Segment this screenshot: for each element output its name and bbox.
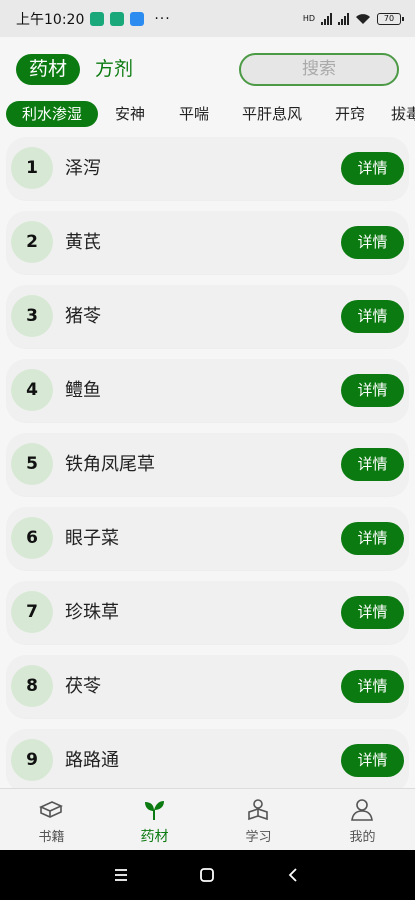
status-bar: 上午10:20 ··· HD 70 xyxy=(0,0,415,37)
detail-button[interactable]: 详情 xyxy=(341,522,404,555)
nav-item-study[interactable]: 学习 xyxy=(207,789,310,851)
item-number: 7 xyxy=(11,591,53,633)
back-icon[interactable] xyxy=(283,865,303,885)
book-icon xyxy=(39,801,63,818)
category-tabs: 利水渗湿 安神 平喘 平肝息风 开窍 拔毒化 xyxy=(0,101,415,129)
main-content: 药材 方剂 搜索 利水渗湿 安神 平喘 平肝息风 开窍 拔毒化 1 泽泻 详情 … xyxy=(0,37,415,788)
study-icon xyxy=(248,799,268,821)
network-type-label: HD xyxy=(302,14,315,23)
item-number: 9 xyxy=(11,739,53,781)
bottom-nav: 书籍 药材 学习 我的 xyxy=(0,788,415,850)
header: 药材 方剂 搜索 xyxy=(0,37,415,99)
list-item[interactable]: 5 铁角凤尾草 详情 xyxy=(6,433,409,496)
item-number: 1 xyxy=(11,147,53,189)
item-number: 4 xyxy=(11,369,53,411)
segment-herbs[interactable]: 药材 xyxy=(16,54,80,85)
herb-name: 茯苓 xyxy=(65,676,101,697)
nav-label: 药材 xyxy=(140,829,169,845)
list-item[interactable]: 4 鳢鱼 详情 xyxy=(6,359,409,422)
nav-item-books[interactable]: 书籍 xyxy=(0,789,103,851)
tab-category[interactable]: 拔毒化 xyxy=(391,101,415,127)
nav-label: 书籍 xyxy=(38,830,65,845)
app-notification-icon xyxy=(130,11,145,26)
herb-list: 1 泽泻 详情 2 黄芪 详情 3 猪苓 详情 4 鳢鱼 详情 5 铁角凤尾草 … xyxy=(0,137,415,788)
herb-name: 猪苓 xyxy=(65,306,101,327)
list-item[interactable]: 6 眼子菜 详情 xyxy=(6,507,409,570)
list-item[interactable]: 1 泽泻 详情 xyxy=(6,137,409,200)
herb-name: 珍珠草 xyxy=(65,602,119,623)
list-item[interactable]: 7 珍珠草 详情 xyxy=(6,581,409,644)
list-item[interactable]: 8 茯苓 详情 xyxy=(6,655,409,718)
detail-button[interactable]: 详情 xyxy=(341,374,404,407)
detail-button[interactable]: 详情 xyxy=(341,670,404,703)
signal-icon xyxy=(338,12,349,25)
detail-button[interactable]: 详情 xyxy=(341,744,404,777)
status-time: 上午10:20 xyxy=(16,11,85,28)
herb-name: 泽泻 xyxy=(65,158,101,179)
herb-name: 鳢鱼 xyxy=(65,380,101,401)
segment-formulas[interactable]: 方剂 xyxy=(86,54,142,85)
sprout-icon xyxy=(145,801,164,820)
system-nav-bar xyxy=(0,850,415,900)
search-input[interactable]: 搜索 xyxy=(239,53,399,86)
detail-button[interactable]: 详情 xyxy=(341,300,404,333)
tab-category[interactable]: 安神 xyxy=(106,101,154,127)
list-item[interactable]: 3 猪苓 详情 xyxy=(6,285,409,348)
wifi-icon xyxy=(356,13,370,24)
tab-category[interactable]: 平肝息风 xyxy=(236,101,308,127)
list-item[interactable]: 9 路路通 详情 xyxy=(6,729,409,788)
detail-button[interactable]: 详情 xyxy=(341,226,404,259)
more-notifications-icon: ··· xyxy=(154,10,171,27)
nav-label: 我的 xyxy=(349,830,376,845)
item-number: 3 xyxy=(11,295,53,337)
herb-name: 黄芪 xyxy=(65,232,101,253)
item-number: 5 xyxy=(11,443,53,485)
home-icon[interactable] xyxy=(197,865,217,885)
app-notification-icon xyxy=(110,11,125,26)
detail-button[interactable]: 详情 xyxy=(341,152,404,185)
detail-button[interactable]: 详情 xyxy=(341,448,404,481)
menu-icon[interactable] xyxy=(111,865,131,885)
list-item[interactable]: 2 黄芪 详情 xyxy=(6,211,409,274)
detail-button[interactable]: 详情 xyxy=(341,596,404,629)
battery-icon: 70 xyxy=(377,12,404,25)
item-number: 2 xyxy=(11,221,53,263)
herb-name: 铁角凤尾草 xyxy=(65,454,155,475)
nav-item-me[interactable]: 我的 xyxy=(311,789,414,851)
tab-category[interactable]: 平喘 xyxy=(170,101,218,127)
app-notification-icon xyxy=(90,11,105,26)
nav-label: 学习 xyxy=(245,830,272,845)
herb-name: 眼子菜 xyxy=(65,528,119,549)
nav-item-herbs[interactable]: 药材 xyxy=(103,789,206,851)
tab-category[interactable]: 开窍 xyxy=(327,101,373,127)
item-number: 6 xyxy=(11,517,53,559)
signal-icon xyxy=(321,12,332,25)
user-icon xyxy=(351,799,373,821)
item-number: 8 xyxy=(11,665,53,707)
herb-name: 路路通 xyxy=(65,750,119,771)
tab-category[interactable]: 利水渗湿 xyxy=(6,101,98,127)
